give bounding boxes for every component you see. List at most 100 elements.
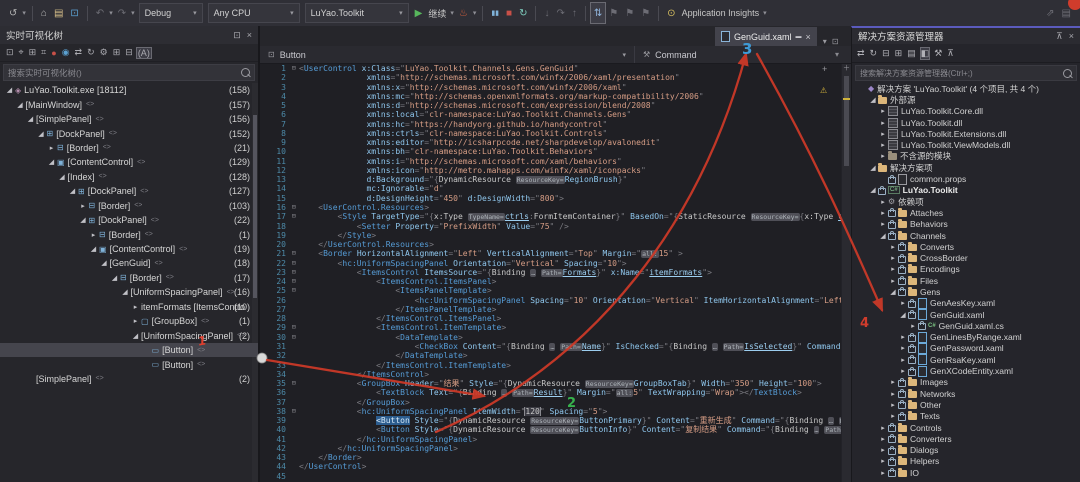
collapsed-icon[interactable]: ▸ (878, 457, 888, 465)
close-icon[interactable]: × (247, 30, 252, 41)
expanded-icon[interactable]: ◢ (878, 232, 888, 240)
display-adorners-icon[interactable]: ⌗ (40, 47, 47, 58)
collapsed-icon[interactable]: ▸ (888, 277, 898, 285)
expanded-icon[interactable]: ◢ (898, 311, 908, 319)
visual-tree-row[interactable]: ◢ [SimplePanel] <> (156) (0, 112, 258, 126)
collapsed-icon[interactable]: ▸ (88, 231, 99, 239)
solution-tree-row[interactable]: ▸ Networks (852, 388, 1080, 399)
collapsed-icon[interactable]: ▸ (130, 317, 141, 325)
solution-tree-row[interactable]: ▸ GenLinesByRange.xaml (852, 331, 1080, 343)
insights-dropdown-icon[interactable]: ▾ (762, 3, 768, 23)
platform-select[interactable]: Any CPU ▾ (207, 3, 300, 23)
collapsed-icon[interactable]: ▸ (878, 130, 888, 138)
solution-tree-row[interactable]: ▸ Converters (852, 433, 1080, 444)
code-line[interactable]: 33 </ItemsControl.ItemTemplate> (260, 361, 841, 370)
visual-tree-row[interactable]: ◢ ⊞ [DockPanel] <> (127) (0, 184, 258, 198)
view-source-icon[interactable]: <> (197, 361, 205, 368)
view-source-icon[interactable]: <> (99, 173, 107, 180)
solution-tree-row[interactable]: ▸ GenXCodeEntity.xaml (852, 365, 1080, 377)
pin-icon[interactable]: ⊼ (947, 48, 954, 59)
redo-icon[interactable]: ↷ (115, 3, 129, 23)
collapsed-icon[interactable]: ▸ (130, 303, 141, 311)
expanded-icon[interactable]: ◢ (4, 86, 15, 94)
element-dropdown[interactable]: ⊡ Button ▾ (260, 46, 635, 63)
float-window-icon[interactable]: ⊡ (832, 37, 839, 46)
code-line[interactable]: 24 ⊟ <ItemsControl.ItemsPanel> (260, 277, 841, 286)
solution-tree-row[interactable]: ▸ Files (852, 275, 1080, 286)
solution-tree-row[interactable]: ▸ Texts (852, 411, 1080, 422)
expanded-icon[interactable]: ◢ (88, 245, 99, 253)
bookmark-next-icon[interactable]: ⚑ (638, 3, 653, 23)
refresh-icon[interactable]: ↻ (870, 48, 878, 59)
collapsed-icon[interactable]: ▸ (888, 254, 898, 262)
record-icon[interactable]: ● (50, 48, 57, 58)
splitter-handle[interactable]: ＋ (842, 64, 851, 72)
expanded-icon[interactable]: ◢ (868, 164, 878, 172)
visual-tree-row[interactable]: ◢ [UniformSpacingPanel] <> (2) (0, 328, 258, 342)
step-out-icon[interactable]: ↑ (569, 3, 580, 23)
application-insights-button[interactable]: Application Insights (682, 8, 760, 18)
collapsed-icon[interactable]: ▸ (888, 265, 898, 273)
code-line[interactable]: 19 </Style> (260, 231, 841, 240)
solution-tree-row[interactable]: ▸ LuYao.Toolkit.Core.dll (852, 106, 1080, 117)
fold-collapse-icon[interactable]: ⊟ (289, 323, 299, 332)
fold-collapse-icon[interactable]: ⊟ (289, 277, 299, 286)
view-source-icon[interactable]: <> (197, 347, 205, 354)
visual-tree-row[interactable]: ◢ ▣ [ContentControl] <> (129) (0, 155, 258, 169)
code-editor[interactable]: 1 ⊟ <UserControl x:Class="LuYao.Toolkit.Ch… (260, 64, 851, 482)
collapsed-icon[interactable]: ▸ (888, 412, 898, 420)
settings-icon[interactable]: ⚙ (99, 47, 109, 58)
solution-tree-row[interactable]: ▸ Helpers (852, 456, 1080, 467)
code-line[interactable]: 27 </ItemsPanelTemplate> (260, 305, 841, 314)
code-line[interactable]: 35 ⊟ <GroupBox Header="结果" Style="{Dynami… (260, 379, 841, 389)
collapsed-icon[interactable]: ▸ (878, 435, 888, 443)
solution-tree-row[interactable]: ◢ Gens (852, 286, 1080, 297)
visual-tree-row[interactable]: ▭ [Button] <> (0, 357, 258, 371)
show-all-files-icon[interactable]: ▤ (907, 48, 916, 59)
expanded-icon[interactable]: ◢ (57, 173, 68, 181)
solution-tree-row[interactable]: ▸ Behaviors (852, 219, 1080, 230)
code-line[interactable]: 32 </DataTemplate> (260, 351, 841, 360)
fold-collapse-icon[interactable]: ⊟ (289, 249, 299, 258)
collapsed-icon[interactable]: ▸ (878, 141, 888, 149)
solution-tree-row[interactable]: ▸ Dialogs (852, 445, 1080, 456)
step-into-icon[interactable]: ↓ (541, 3, 552, 23)
solution-tree-row[interactable]: ▸ Converts (852, 241, 1080, 252)
expanded-icon[interactable]: ◢ (120, 288, 131, 296)
expanded-icon[interactable]: ◢ (99, 259, 110, 267)
close-icon[interactable]: × (1069, 31, 1074, 42)
view-source-icon[interactable]: <> (151, 217, 159, 224)
visual-tree-row[interactable]: ◢ ⊟ [Border] <> (17) (0, 271, 258, 285)
solution-tree-row[interactable]: ◢ GenGuid.xaml (852, 309, 1080, 321)
solution-tree-row[interactable]: ▸ Other (852, 399, 1080, 410)
solution-tree-row[interactable]: ▸ GenRsaKey.xaml (852, 354, 1080, 366)
view-source-icon[interactable]: <> (109, 130, 117, 137)
collapsed-icon[interactable]: ▸ (46, 144, 57, 152)
code-line[interactable]: 18 <Setter Property="PrefixWidth" Value=… (260, 222, 841, 231)
expand-all-icon[interactable]: ⊞ (112, 47, 122, 58)
code-line[interactable]: 8 xmlns:ctrls="clr-namespace:LuYao.Toolk… (260, 129, 841, 138)
solution-tree-row[interactable]: ◢ 外部源 (852, 94, 1080, 105)
view-source-icon[interactable]: <> (134, 202, 142, 209)
solution-tree-row[interactable]: ▸ LuYao.Toolkit.ViewModels.dll (852, 139, 1080, 151)
view-source-icon[interactable]: <> (86, 101, 94, 108)
view-source-icon[interactable]: <> (155, 260, 163, 267)
solution-tree-row[interactable]: ▸ Controls (852, 422, 1080, 433)
code-line[interactable]: 14 mc:Ignorable="d" (260, 184, 841, 193)
collapsed-icon[interactable]: ▸ (888, 378, 898, 386)
pin-icon[interactable]: ⊼ (1056, 31, 1063, 42)
visual-tree-row[interactable]: ◢ ⊞ [DockPanel] <> (152) (0, 126, 258, 140)
editor-scrollbar[interactable]: ＋ (841, 64, 851, 482)
solution-tree-row[interactable]: ◢ C# LuYao.Toolkit (852, 185, 1080, 196)
collapsed-icon[interactable]: ▸ (888, 390, 898, 398)
collapsed-icon[interactable]: ▸ (898, 367, 908, 375)
code-line[interactable]: 34 </ItemsControl> (260, 370, 841, 379)
collapse-all-icon[interactable]: ⊟ (124, 47, 134, 58)
view-source-icon[interactable]: <> (96, 116, 104, 123)
solution-tree-row[interactable]: ▸ CrossBorder (852, 252, 1080, 263)
code-line[interactable]: 38 ⊟ <hc:UniformSpacingPanel ItemWidth="1… (260, 406, 841, 417)
visual-tree-row[interactable]: ▸ ⊟ [Border] <> (103) (0, 199, 258, 213)
expanded-icon[interactable]: ◢ (46, 158, 57, 166)
debug-configuration-select[interactable]: Debug ▾ (138, 3, 203, 23)
solution-tree-row[interactable]: ▸ LuYao.Toolkit.Extensions.dll (852, 128, 1080, 139)
